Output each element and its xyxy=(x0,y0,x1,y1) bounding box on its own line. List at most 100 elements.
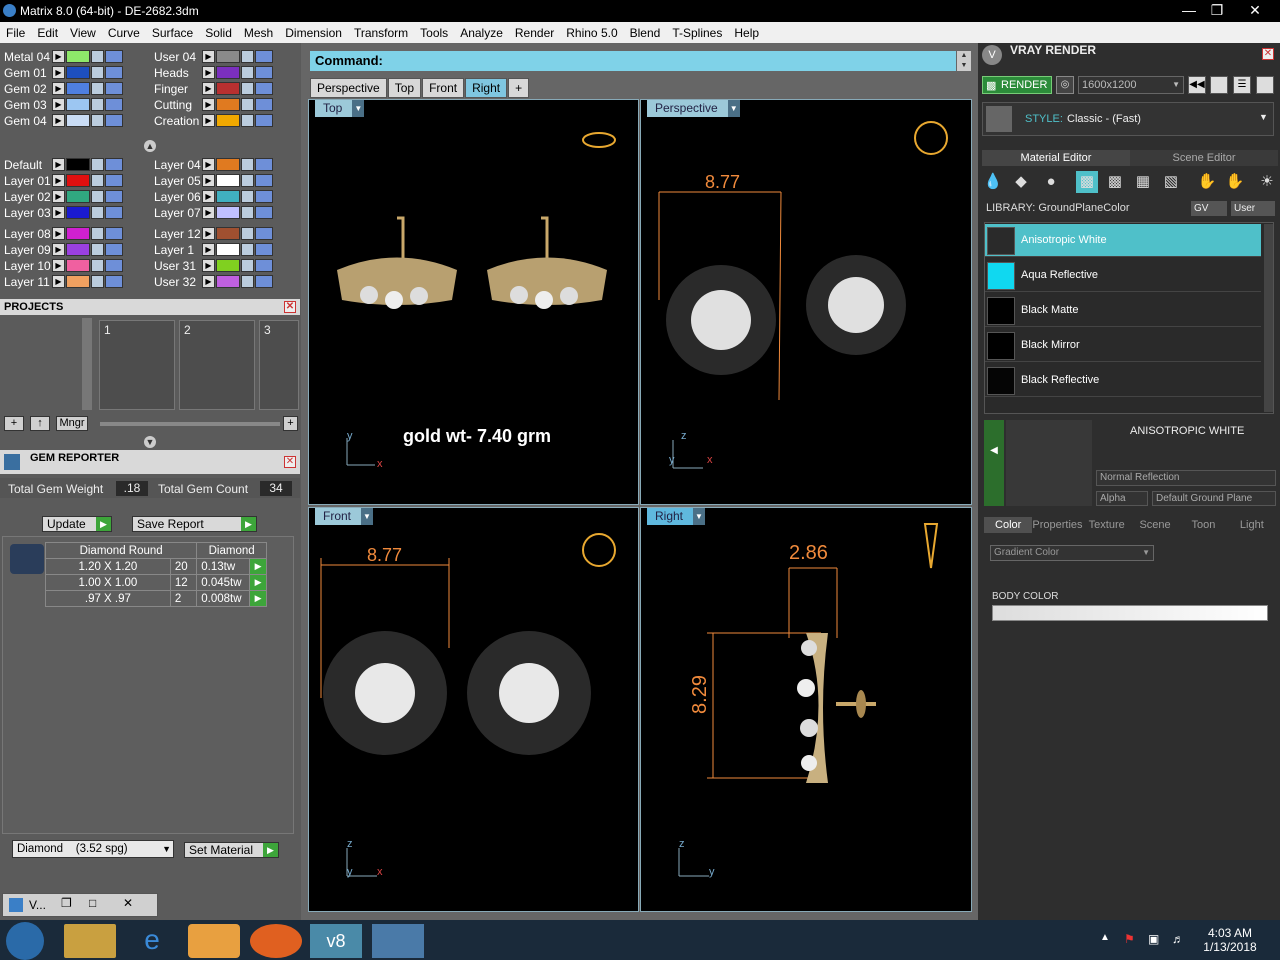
lock-icon[interactable] xyxy=(241,50,254,63)
lock-icon[interactable] xyxy=(241,275,254,288)
layer-row[interactable]: Layer 08 ▶ xyxy=(0,226,124,241)
visibility-icon[interactable] xyxy=(255,227,273,240)
layer-color-swatch[interactable] xyxy=(216,275,240,288)
tab-add[interactable]: + xyxy=(508,78,530,98)
layer-color-swatch[interactable] xyxy=(216,190,240,203)
table-row[interactable]: .97 X .97 2 0.008tw ▶ xyxy=(45,590,267,607)
lock-icon[interactable] xyxy=(91,66,104,79)
visibility-icon[interactable] xyxy=(255,158,273,171)
lock-icon[interactable] xyxy=(91,243,104,256)
maximize-icon[interactable]: □ xyxy=(89,896,96,910)
library-scrollbar[interactable] xyxy=(1264,224,1273,412)
layer-color-swatch[interactable] xyxy=(216,66,240,79)
expand-icon[interactable]: ▶ xyxy=(202,190,215,203)
lock-icon[interactable] xyxy=(241,114,254,127)
flag-icon[interactable]: ⚑ xyxy=(1124,932,1135,946)
expand-icon[interactable]: ▶ xyxy=(202,227,215,240)
tab-light[interactable]: Light xyxy=(1228,517,1276,533)
save-report-button[interactable]: Save Report ▶ xyxy=(132,516,257,532)
vray-close-icon[interactable]: ✕ xyxy=(1262,48,1274,60)
layer-row[interactable]: Layer 10 ▶ xyxy=(0,258,124,273)
expand-icon[interactable]: ▶ xyxy=(52,227,65,240)
layer-color-swatch[interactable] xyxy=(66,259,90,272)
menu-file[interactable]: File xyxy=(0,26,31,40)
lock-icon[interactable] xyxy=(91,174,104,187)
menu-help[interactable]: Help xyxy=(728,26,765,40)
alpha-field[interactable]: Alpha xyxy=(1096,491,1148,506)
set-material-button[interactable]: Set Material ▶ xyxy=(184,842,279,858)
expand-icon[interactable]: ▶ xyxy=(202,114,215,127)
update-button[interactable]: Update ▶ xyxy=(42,516,112,532)
visibility-icon[interactable] xyxy=(255,206,273,219)
layer-color-swatch[interactable] xyxy=(66,227,90,240)
expand-icon[interactable]: ▶ xyxy=(202,158,215,171)
layer-row[interactable]: User 31 ▶ xyxy=(150,258,274,273)
expand-icon[interactable]: ▶ xyxy=(52,275,65,288)
layer-color-swatch[interactable] xyxy=(216,174,240,187)
tab-scene-editor[interactable]: Scene Editor xyxy=(1130,150,1278,166)
visibility-icon[interactable] xyxy=(255,114,273,127)
expand-icon[interactable]: ▶ xyxy=(52,66,65,79)
layer-color-swatch[interactable] xyxy=(216,98,240,111)
lock-icon[interactable] xyxy=(91,50,104,63)
tab-scene[interactable]: Scene xyxy=(1131,517,1179,533)
gv-filter[interactable]: GV xyxy=(1191,201,1227,216)
visibility-icon[interactable] xyxy=(255,174,273,187)
expand-icon[interactable]: ▶ xyxy=(52,206,65,219)
tab-right[interactable]: Right xyxy=(465,78,508,98)
expand-icon[interactable]: ▶ xyxy=(202,82,215,95)
material-item[interactable]: Black Matte xyxy=(985,294,1261,327)
checker-icon[interactable]: ▧ xyxy=(1160,171,1182,193)
menu-solid[interactable]: Solid xyxy=(199,26,238,40)
row-arrow-icon[interactable]: ▶ xyxy=(249,590,267,607)
visibility-icon[interactable] xyxy=(105,174,123,187)
visibility-icon[interactable] xyxy=(255,190,273,203)
table-row[interactable]: 1.20 X 1.20 20 0.13tw ▶ xyxy=(45,558,267,575)
layer-color-swatch[interactable] xyxy=(216,206,240,219)
expand-icon[interactable]: ▶ xyxy=(52,114,65,127)
menu-dimension[interactable]: Dimension xyxy=(279,26,348,40)
user-filter[interactable]: User xyxy=(1231,201,1275,216)
layer-color-swatch[interactable] xyxy=(66,174,90,187)
menu-blend[interactable]: Blend xyxy=(624,26,667,40)
layer-color-swatch[interactable] xyxy=(216,114,240,127)
texture-icon[interactable]: ▩ xyxy=(1104,171,1126,193)
layer-color-swatch[interactable] xyxy=(66,82,90,95)
row-arrow-icon[interactable]: ▶ xyxy=(249,558,267,575)
bulb-icon[interactable]: ☀ xyxy=(1256,171,1278,193)
gradient-icon[interactable]: ▩ xyxy=(1076,171,1098,193)
project-slot-1[interactable]: 1 xyxy=(99,320,175,410)
layer-row[interactable]: Layer 04 ▶ xyxy=(150,157,274,172)
menu-rhino[interactable]: Rhino 5.0 xyxy=(560,26,623,40)
hand-alt-icon[interactable]: ✋ xyxy=(1224,171,1246,193)
layer-row[interactable]: Creation ▶ xyxy=(150,113,274,128)
tab-texture[interactable]: Texture xyxy=(1083,517,1131,533)
internet-explorer-icon[interactable]: e xyxy=(126,924,178,958)
visibility-icon[interactable] xyxy=(105,82,123,95)
layer-color-swatch[interactable] xyxy=(216,50,240,63)
material-select[interactable]: Diamond (3.52 spg) ▼ xyxy=(12,840,174,858)
lock-icon[interactable] xyxy=(91,98,104,111)
layer-color-swatch[interactable] xyxy=(66,190,90,203)
material-item[interactable]: Black Mirror xyxy=(985,329,1261,362)
layer-color-swatch[interactable] xyxy=(66,98,90,111)
row-arrow-icon[interactable]: ▶ xyxy=(249,574,267,591)
expand-icon[interactable]: ▶ xyxy=(52,98,65,111)
layer-row[interactable]: User 04 ▶ xyxy=(150,49,274,64)
layer-row[interactable]: Gem 02 ▶ xyxy=(0,81,124,96)
layer-color-swatch[interactable] xyxy=(66,50,90,63)
layer-row[interactable]: Layer 12 ▶ xyxy=(150,226,274,241)
reflection-select[interactable]: Normal Reflection xyxy=(1096,470,1276,486)
layer-color-swatch[interactable] xyxy=(216,227,240,240)
menu-transform[interactable]: Transform xyxy=(348,26,414,40)
project-slot-2[interactable]: 2 xyxy=(179,320,255,410)
viewport-right[interactable]: Right ▼ 2.86 8.29 z y xyxy=(640,507,972,912)
expand-icon[interactable]: ▶ xyxy=(52,82,65,95)
visibility-icon[interactable] xyxy=(105,190,123,203)
camera-icon[interactable]: ◎ xyxy=(1056,76,1074,94)
lock-icon[interactable] xyxy=(91,259,104,272)
visibility-icon[interactable] xyxy=(105,206,123,219)
material-item[interactable]: Aqua Reflective xyxy=(985,259,1261,292)
restore-icon[interactable]: ❐ xyxy=(61,896,72,910)
layer-color-swatch[interactable] xyxy=(66,243,90,256)
